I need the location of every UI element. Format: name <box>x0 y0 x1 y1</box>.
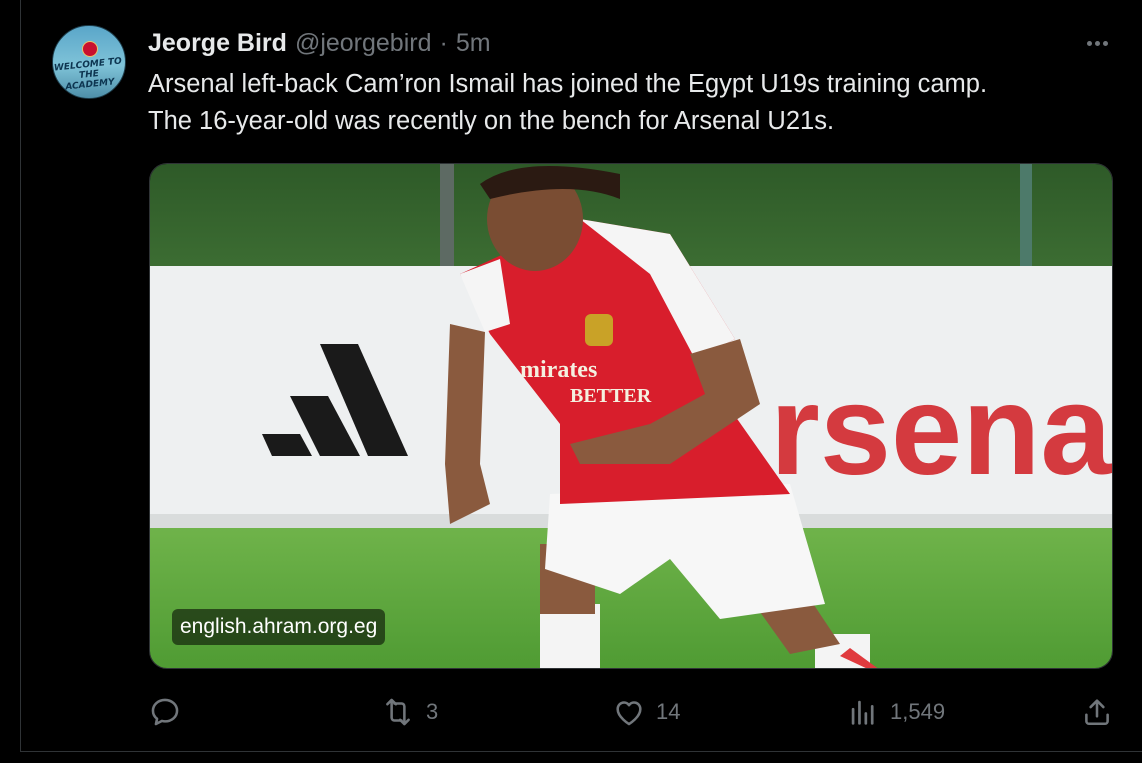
views-button[interactable]: 1,549 <box>846 690 945 734</box>
banner-text: rsena <box>770 359 1112 502</box>
tweet-text: Arsenal left-back Cam’ron Ismail has joi… <box>148 66 1128 140</box>
tweet-actions: 3 14 1,549 <box>148 690 1118 734</box>
player-photo: rsena mirates BETTER <box>150 164 1112 668</box>
shirt-sponsor-2: BETTER <box>570 385 652 407</box>
shirt-sponsor-1: mirates <box>520 357 597 383</box>
retweet-button[interactable]: 3 <box>380 690 438 734</box>
timestamp[interactable]: 5m <box>456 29 491 58</box>
tweet-text-line: The 16-year-old was recently on the benc… <box>148 107 835 135</box>
retweet-icon <box>386 698 410 726</box>
image-source-label[interactable]: english.ahram.org.eg <box>172 609 386 645</box>
tweet-header: Jeorge Bird @jeorgebird · 5m <box>148 26 491 60</box>
views-count: 1,549 <box>890 699 946 724</box>
reply-icon <box>151 698 179 726</box>
avatar-sign: WELCOME TO THE ACADEMY <box>53 56 123 93</box>
avatar[interactable]: WELCOME TO THE ACADEMY <box>52 25 126 99</box>
share-button[interactable] <box>1080 690 1114 734</box>
views-icon <box>851 700 874 725</box>
reply-button[interactable] <box>148 690 182 734</box>
tweet-image[interactable]: rsena mirates BETTER english.ahram.org.e… <box>149 163 1113 669</box>
share-icon <box>1085 699 1109 726</box>
arsenal-crest-icon <box>82 41 98 57</box>
separator-dot: · <box>439 28 448 57</box>
like-button[interactable]: 14 <box>612 690 680 734</box>
author-name[interactable]: Jeorge Bird <box>148 29 287 58</box>
heart-icon <box>616 701 642 726</box>
retweet-count: 3 <box>426 699 439 724</box>
tweet-text-line: Arsenal left-back Cam’ron Ismail has joi… <box>148 70 988 98</box>
more-options-icon[interactable] <box>1082 30 1112 56</box>
like-count: 14 <box>656 699 681 724</box>
author-handle[interactable]: @jeorgebird <box>295 29 432 58</box>
